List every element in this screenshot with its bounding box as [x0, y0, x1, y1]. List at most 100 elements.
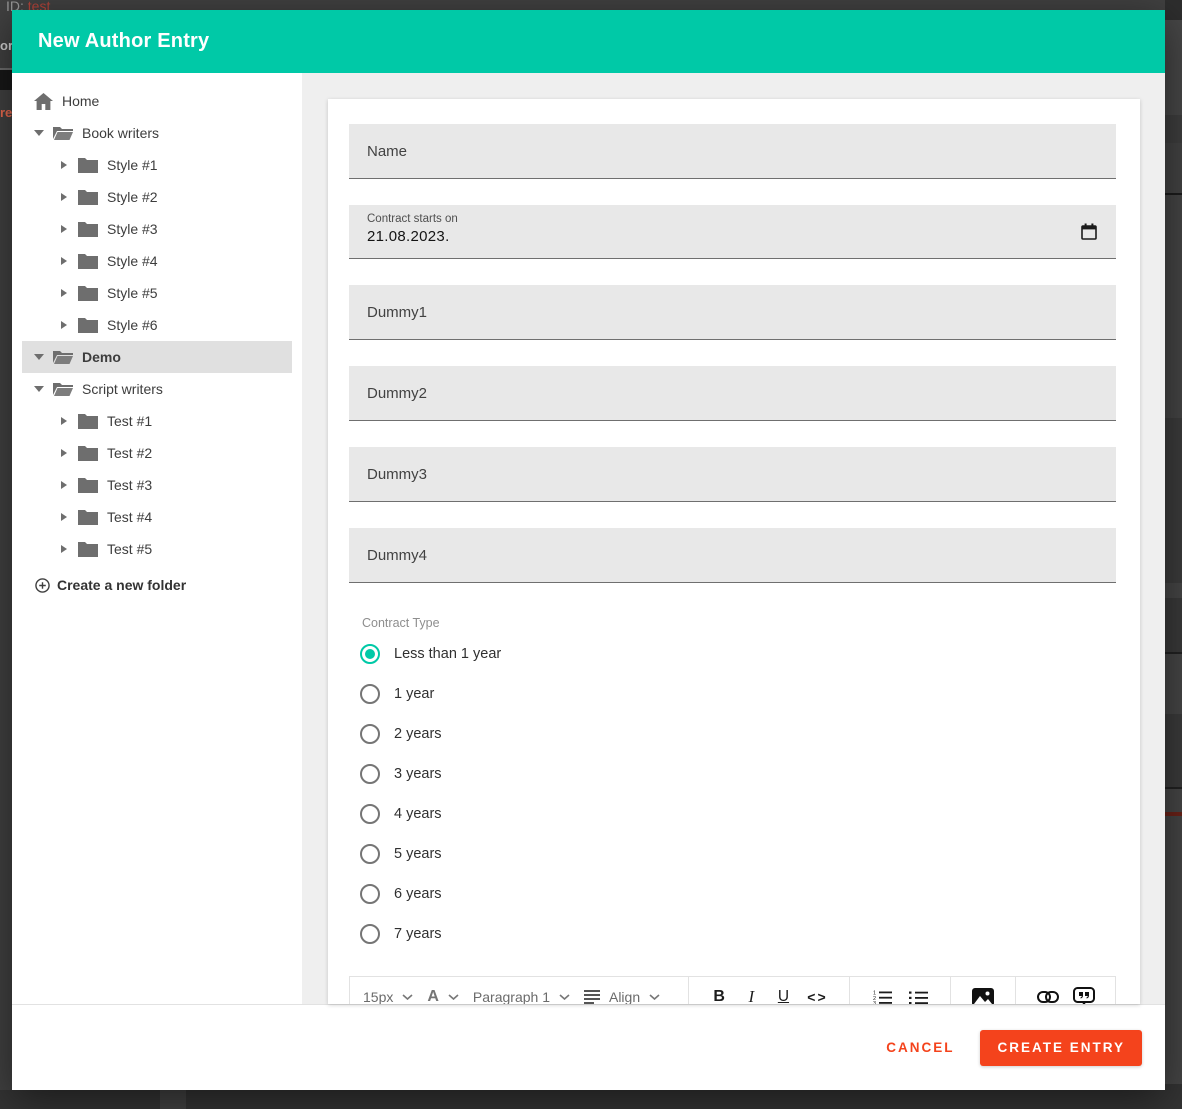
name-field[interactable]	[349, 124, 1116, 179]
tree-item-style-5[interactable]: Style #5	[22, 277, 292, 309]
radio-option-1-year[interactable]: 1 year	[349, 674, 1116, 714]
toolbar-divider	[1015, 977, 1016, 1005]
date-field-label: Contract starts on	[367, 213, 1098, 225]
folder-icon	[78, 445, 98, 461]
dummy4-field[interactable]	[349, 528, 1116, 583]
background-table-rows	[1165, 0, 1182, 1109]
tree-item-style-4[interactable]: Style #4	[22, 245, 292, 277]
chevron-down-icon	[402, 994, 413, 1000]
blockquote-button[interactable]	[1066, 987, 1102, 1004]
dummy3-field[interactable]	[349, 447, 1116, 502]
insert-link-button[interactable]	[1030, 991, 1066, 1003]
tree-item-style-2[interactable]: Style #2	[22, 181, 292, 213]
insert-image-button[interactable]	[965, 988, 1001, 1004]
unordered-list-button[interactable]	[900, 990, 936, 1005]
svg-text:3: 3	[873, 1001, 876, 1005]
new-author-entry-dialog: New Author Entry Home Book writers Style…	[12, 10, 1165, 1090]
radio-button-icon[interactable]	[360, 884, 380, 904]
caret-right-icon[interactable]	[59, 513, 69, 521]
dummy2-input[interactable]	[349, 366, 1116, 420]
open-folder-icon	[53, 349, 73, 365]
caret-down-icon[interactable]	[34, 130, 44, 136]
contract-type-label: Contract Type	[349, 616, 1116, 630]
radio-button-icon[interactable]	[360, 924, 380, 944]
radio-button-icon[interactable]	[360, 844, 380, 864]
paragraph-style-dropdown[interactable]: Paragraph 1	[473, 989, 584, 1004]
dummy1-field[interactable]	[349, 285, 1116, 340]
entry-form-card: Contract starts on 21.08.2023.	[328, 99, 1140, 1004]
caret-right-icon[interactable]	[59, 545, 69, 553]
tree-item-test-4[interactable]: Test #4	[22, 501, 292, 533]
radio-button-icon[interactable]	[360, 804, 380, 824]
code-button[interactable]: <>	[800, 989, 836, 1004]
calendar-icon[interactable]	[1081, 223, 1097, 240]
tree-item-test-1[interactable]: Test #1	[22, 405, 292, 437]
caret-right-icon[interactable]	[59, 481, 69, 489]
folder-icon	[78, 157, 98, 173]
caret-right-icon[interactable]	[59, 321, 69, 329]
caret-down-icon[interactable]	[34, 354, 44, 360]
caret-down-icon[interactable]	[34, 386, 44, 392]
background-bottom-band	[0, 1090, 1182, 1109]
underline-button[interactable]: U	[767, 988, 799, 1004]
radio-option-less-than-1-year[interactable]: Less than 1 year	[349, 634, 1116, 674]
ordered-list-icon: 1 2 3	[873, 990, 892, 1005]
dummy3-input[interactable]	[349, 447, 1116, 501]
italic-button[interactable]: I	[735, 987, 767, 1004]
background-text-fragment: re	[0, 105, 12, 120]
align-dropdown[interactable]: Align	[584, 989, 674, 1004]
folder-icon	[78, 221, 98, 237]
date-field-value: 21.08.2023.	[367, 228, 1098, 245]
cancel-button[interactable]: CANCEL	[878, 1030, 962, 1065]
folder-icon	[78, 509, 98, 525]
radio-button-icon[interactable]	[360, 724, 380, 744]
caret-right-icon[interactable]	[59, 161, 69, 169]
tree-item-test-3[interactable]: Test #3	[22, 469, 292, 501]
radio-option-4-years[interactable]: 4 years	[349, 794, 1116, 834]
circle-plus-icon	[35, 578, 50, 593]
contract-start-date-field[interactable]: Contract starts on 21.08.2023.	[349, 205, 1116, 259]
caret-right-icon[interactable]	[59, 289, 69, 297]
tree-item-demo[interactable]: Demo	[22, 341, 292, 373]
caret-right-icon[interactable]	[59, 449, 69, 457]
radio-option-6-years[interactable]: 6 years	[349, 874, 1116, 914]
dummy4-input[interactable]	[349, 528, 1116, 582]
radio-option-7-years[interactable]: 7 years	[349, 914, 1116, 954]
dummy1-input[interactable]	[349, 285, 1116, 339]
tree-item-style-3[interactable]: Style #3	[22, 213, 292, 245]
dialog-footer: CANCEL CREATE ENTRY	[12, 1004, 1165, 1090]
caret-right-icon[interactable]	[59, 225, 69, 233]
tree-item-style-1[interactable]: Style #1	[22, 149, 292, 181]
folder-tree-sidebar: Home Book writers Style #1 Style #2 Styl	[12, 73, 302, 1004]
dummy2-field[interactable]	[349, 366, 1116, 421]
caret-right-icon[interactable]	[59, 417, 69, 425]
radio-button-icon[interactable]	[360, 684, 380, 704]
caret-right-icon[interactable]	[59, 257, 69, 265]
folder-icon	[78, 317, 98, 333]
bold-button[interactable]: B	[703, 988, 735, 1004]
folder-icon	[78, 285, 98, 301]
folder-icon	[78, 253, 98, 269]
radio-option-2-years[interactable]: 2 years	[349, 714, 1116, 754]
dialog-main-area: Contract starts on 21.08.2023.	[302, 73, 1165, 1004]
folder-icon	[78, 189, 98, 205]
create-entry-button[interactable]: CREATE ENTRY	[980, 1030, 1142, 1066]
tree-item-book-writers[interactable]: Book writers	[22, 117, 292, 149]
quote-icon	[1073, 987, 1095, 1004]
radio-button-icon[interactable]	[360, 644, 380, 664]
font-size-dropdown[interactable]: 15px	[363, 989, 427, 1004]
folder-icon	[78, 477, 98, 493]
tree-item-script-writers[interactable]: Script writers	[22, 373, 292, 405]
caret-right-icon[interactable]	[59, 193, 69, 201]
tree-item-test-2[interactable]: Test #2	[22, 437, 292, 469]
ordered-list-button[interactable]: 1 2 3	[864, 990, 900, 1005]
radio-option-3-years[interactable]: 3 years	[349, 754, 1116, 794]
radio-button-icon[interactable]	[360, 764, 380, 784]
radio-option-5-years[interactable]: 5 years	[349, 834, 1116, 874]
create-new-folder-button[interactable]: Create a new folder	[22, 569, 292, 601]
tree-item-home[interactable]: Home	[22, 85, 292, 117]
tree-item-style-6[interactable]: Style #6	[22, 309, 292, 341]
tree-item-test-5[interactable]: Test #5	[22, 533, 292, 565]
name-input[interactable]	[349, 124, 1116, 178]
text-color-dropdown[interactable]: A	[427, 988, 473, 1004]
